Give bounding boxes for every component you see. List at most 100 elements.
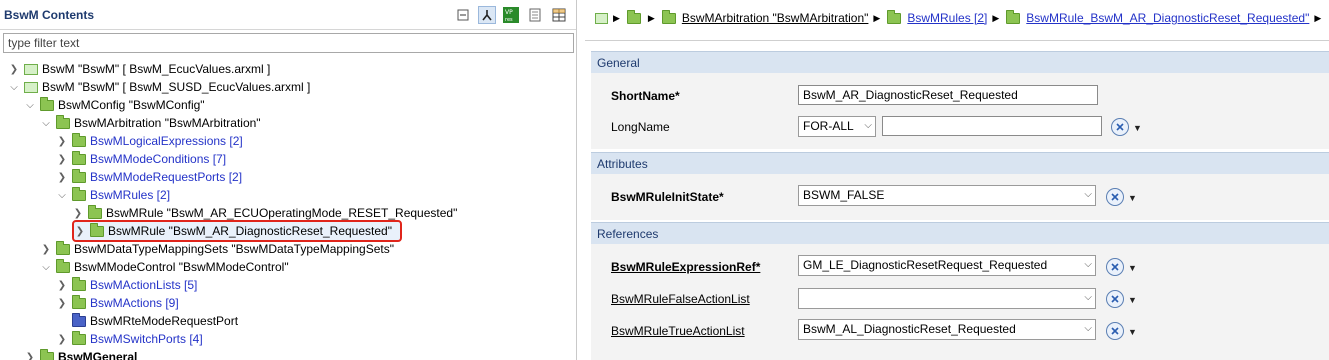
- chevron-right-icon[interactable]: ❯: [8, 60, 20, 78]
- dropdown-arrow-icon[interactable]: ▼: [1128, 295, 1137, 305]
- collapse-all-icon[interactable]: [454, 6, 472, 24]
- reset-value-icon[interactable]: [1111, 118, 1129, 136]
- breadcrumb-arrow-icon[interactable]: ▶: [613, 13, 620, 24]
- tree-item-label: BswMGeneral: [58, 350, 138, 360]
- module-icon: [24, 81, 38, 93]
- tree-item-action-lists[interactable]: ❯ BswMActionLists [5]: [56, 276, 197, 294]
- tree-item-mode-request-ports[interactable]: ❯ BswMModeRequestPorts [2]: [56, 168, 242, 186]
- folder-icon: [40, 348, 54, 360]
- tree-item-mode-control[interactable]: ⌵ BswMModeControl "BswMModeControl": [40, 258, 289, 276]
- chevron-down-icon[interactable]: ⌵: [8, 78, 20, 96]
- initstate-select[interactable]: BSWM_FALSE ⌵: [798, 185, 1096, 206]
- false-action-list-select[interactable]: ⌵: [798, 288, 1096, 309]
- section-references-header[interactable]: References: [591, 222, 1329, 244]
- dropdown-arrow-icon[interactable]: ▼: [1128, 263, 1137, 273]
- tree-item-datatype-mapping-sets[interactable]: ❯ BswMDataTypeMappingSets "BswMDataTypeM…: [40, 240, 394, 258]
- shortname-value: BswM_AR_DiagnosticReset_Requested: [803, 88, 1018, 102]
- tree-item-rule-diagnostic-reset[interactable]: ❯ BswMRule "BswM_AR_DiagnosticReset_Requ…: [72, 220, 402, 242]
- tree-item-label: BswMModeControl "BswMModeControl": [74, 260, 289, 274]
- shortname-field[interactable]: BswM_AR_DiagnosticReset_Requested: [798, 85, 1098, 105]
- chevron-right-icon[interactable]: ❯: [56, 294, 68, 312]
- breadcrumb-item-arbitration[interactable]: BswMArbitration "BswMArbitration": [682, 11, 869, 25]
- folder-icon: [56, 258, 70, 273]
- chevron-right-icon[interactable]: ❯: [40, 240, 52, 258]
- expression-ref-value: GM_LE_DiagnosticResetRequest_Requested: [803, 258, 1048, 272]
- folder-icon: [72, 132, 86, 147]
- reset-value-icon[interactable]: [1106, 290, 1124, 308]
- section-title: References: [597, 227, 659, 241]
- chevron-right-icon[interactable]: ❯: [74, 222, 86, 240]
- folder-icon: [72, 330, 86, 345]
- tree-item-label: BswMSwitchPorts [4]: [90, 332, 203, 346]
- tree-item-bswmarbitration[interactable]: ⌵ BswMArbitration "BswMArbitration": [40, 114, 261, 132]
- reset-value-icon[interactable]: [1106, 258, 1124, 276]
- tree-item-label: BswMArbitration "BswMArbitration": [74, 116, 261, 130]
- tree-item-bswm-susd[interactable]: ⌵ BswM "BswM" [ BswM_SUSD_EcucValues.arx…: [8, 78, 310, 96]
- section-general-header[interactable]: General: [591, 51, 1329, 73]
- longname-language-select[interactable]: FOR-ALL ⌵: [798, 116, 876, 137]
- chevron-right-icon[interactable]: ❯: [56, 150, 68, 168]
- chevron-down-icon: ⌵: [1084, 292, 1092, 303]
- tree-item-bswm-ecucvalues[interactable]: ❯ BswM "BswM" [ BswM_EcucValues.arxml ]: [8, 60, 271, 78]
- chevron-right-icon[interactable]: ❯: [56, 168, 68, 186]
- chevron-right-icon[interactable]: ❯: [56, 276, 68, 294]
- dropdown-arrow-icon[interactable]: ▼: [1128, 193, 1137, 203]
- reset-value-icon[interactable]: [1106, 188, 1124, 206]
- breadcrumb-arrow-icon[interactable]: ▶: [873, 13, 880, 24]
- tree-item-rules[interactable]: ⌵ BswMRules [2]: [56, 186, 170, 204]
- divider: [585, 40, 1329, 41]
- breadcrumb-arrow-icon[interactable]: ▶: [992, 13, 999, 24]
- module-icon[interactable]: [595, 12, 608, 24]
- tree-item-label: BswMRules [2]: [90, 188, 171, 202]
- tree-item-label: BswMDataTypeMappingSets "BswMDataTypeMap…: [74, 242, 394, 256]
- true-action-list-value: BswM_AL_DiagnosticReset_Requested: [803, 322, 1016, 336]
- false-action-list-label[interactable]: BswMRuleFalseActionList: [611, 292, 750, 306]
- true-action-list-label[interactable]: BswMRuleTrueActionList: [611, 324, 745, 338]
- table-view-icon[interactable]: [550, 6, 568, 24]
- container-icon: [72, 312, 86, 327]
- chevron-right-icon[interactable]: ❯: [56, 132, 68, 150]
- tree-item-label: BswM "BswM" [ BswM_SUSD_EcucValues.arxml…: [42, 80, 311, 94]
- chevron-down-icon[interactable]: ⌵: [40, 258, 52, 276]
- initstate-label: BswMRuleInitState*: [611, 190, 724, 204]
- folder-icon: [72, 150, 86, 165]
- folder-icon: [88, 204, 102, 219]
- section-attributes-header[interactable]: Attributes: [591, 152, 1329, 174]
- chevron-down-icon: ⌵: [1084, 189, 1092, 200]
- vp-res-icon[interactable]: VP res: [502, 6, 520, 24]
- tree-item-logical-expressions[interactable]: ❯ BswMLogicalExpressions [2]: [56, 132, 243, 150]
- chevron-down-icon[interactable]: ⌵: [24, 96, 36, 114]
- breadcrumb-arrow-icon[interactable]: ▶: [1314, 13, 1321, 24]
- document-icon[interactable]: [526, 6, 544, 24]
- tree-item-label: BswMModeRequestPorts [2]: [90, 170, 243, 184]
- breadcrumb-item-rule[interactable]: BswMRule_BswM_AR_DiagnosticReset_Request…: [1026, 11, 1309, 25]
- svg-text:res: res: [505, 17, 513, 23]
- tree-item-bswmconfig[interactable]: ⌵ BswMConfig "BswMConfig": [24, 96, 205, 114]
- breadcrumb-arrow-icon[interactable]: ▶: [648, 13, 655, 24]
- dropdown-arrow-icon[interactable]: ▼: [1128, 327, 1137, 337]
- true-action-list-select[interactable]: BswM_AL_DiagnosticReset_Requested ⌵: [798, 319, 1096, 340]
- tree-item-switch-ports[interactable]: ❯ BswMSwitchPorts [4]: [56, 330, 203, 348]
- expression-ref-select[interactable]: GM_LE_DiagnosticResetRequest_Requested ⌵: [798, 255, 1096, 276]
- chevron-right-icon[interactable]: ❯: [24, 348, 36, 360]
- tree-item-rte-mode-request-port[interactable]: BswMRteModeRequestPort: [56, 312, 238, 330]
- tree-item-label: BswMConfig "BswMConfig": [58, 98, 205, 112]
- link-editor-icon[interactable]: [478, 5, 496, 24]
- folder-icon: [887, 9, 902, 24]
- folder-icon[interactable]: [626, 9, 641, 24]
- dropdown-arrow-icon[interactable]: ▼: [1133, 123, 1142, 133]
- folder-icon: [40, 96, 54, 111]
- initstate-value: BSWM_FALSE: [803, 188, 885, 202]
- longname-field[interactable]: [882, 116, 1102, 136]
- filter-input[interactable]: [3, 33, 574, 53]
- tree-item-bswm-general[interactable]: ❯ BswMGeneral: [24, 348, 137, 360]
- breadcrumb-item-rules[interactable]: BswMRules [2]: [907, 11, 987, 25]
- chevron-down-icon[interactable]: ⌵: [56, 186, 68, 204]
- reset-value-icon[interactable]: [1106, 322, 1124, 340]
- tree-item-mode-conditions[interactable]: ❯ BswMModeConditions [7]: [56, 150, 226, 168]
- expression-ref-label[interactable]: BswMRuleExpressionRef*: [611, 260, 760, 274]
- chevron-right-icon[interactable]: ❯: [56, 330, 68, 348]
- chevron-down-icon: ⌵: [1084, 323, 1092, 334]
- chevron-down-icon[interactable]: ⌵: [40, 114, 52, 132]
- tree-item-actions[interactable]: ❯ BswMActions [9]: [56, 294, 179, 312]
